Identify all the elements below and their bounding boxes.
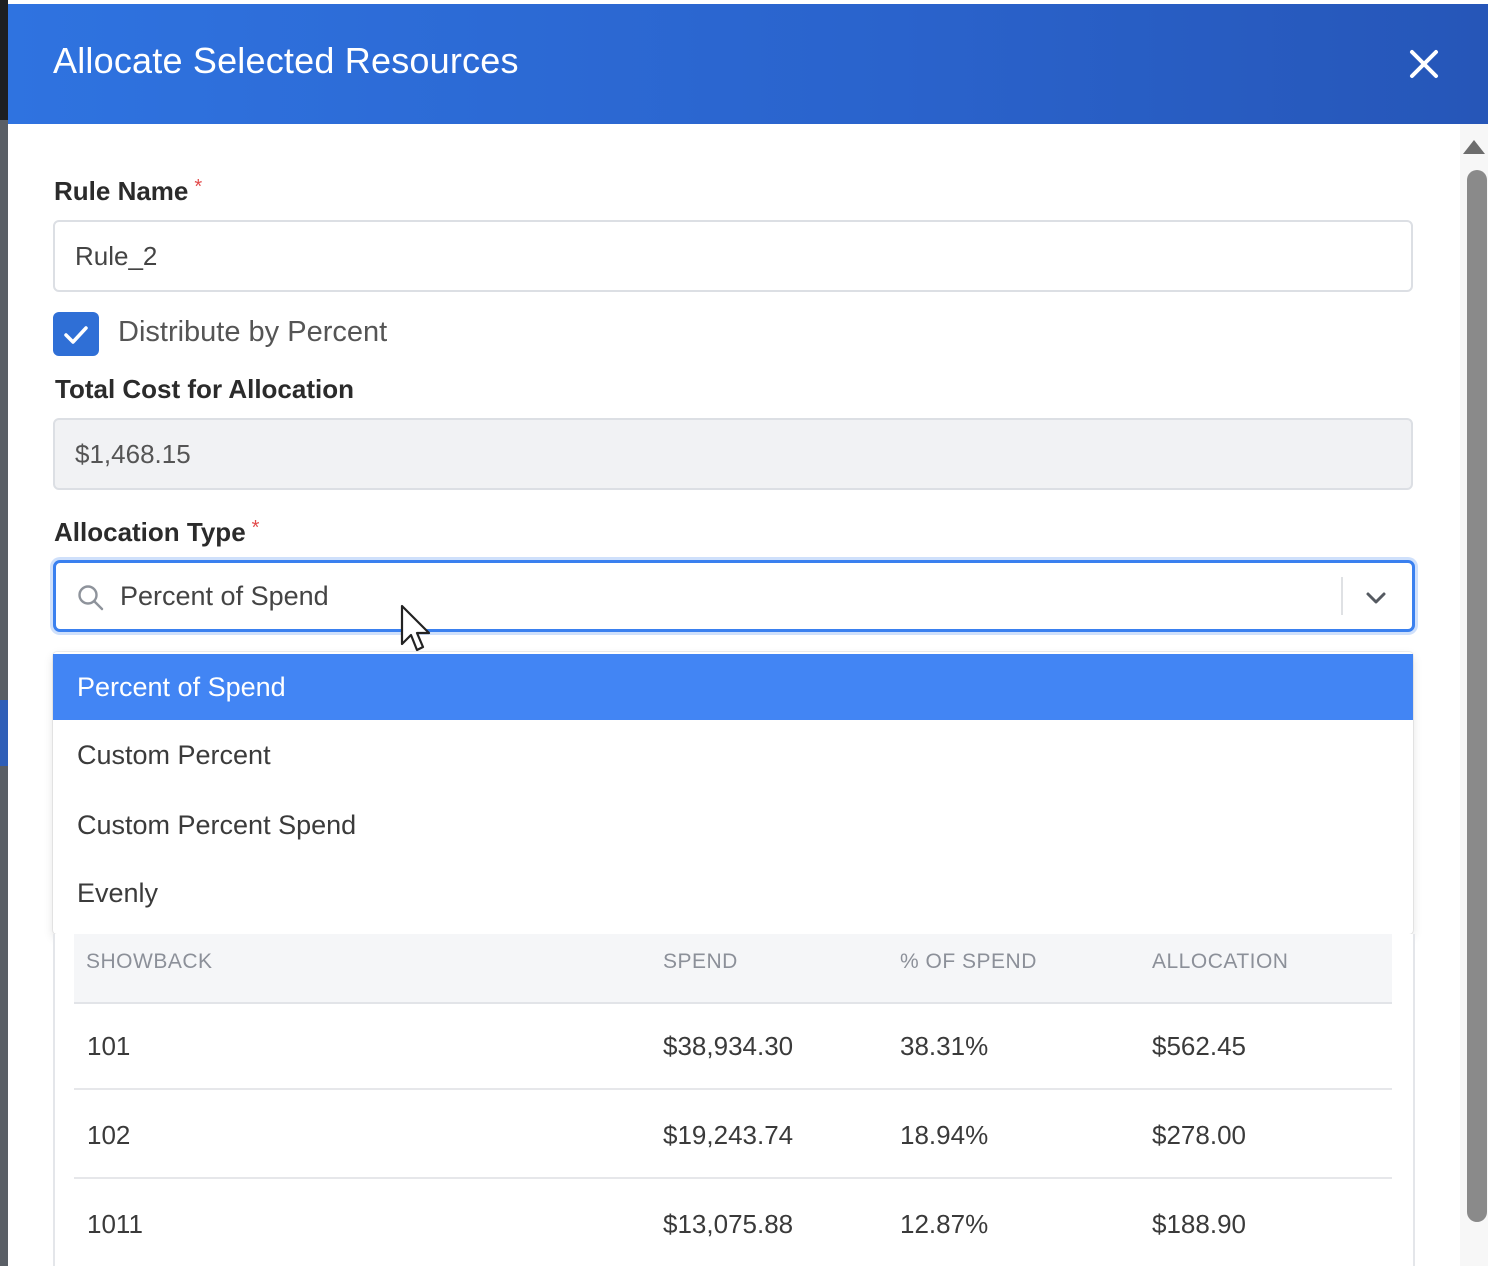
allocation-type-dropdown: Percent of Spend Custom Percent Custom P… <box>53 652 1413 934</box>
rule-name-input[interactable]: Rule_2 <box>53 220 1413 292</box>
checkmark-icon <box>64 326 88 344</box>
total-cost-field: $1,468.15 <box>53 418 1413 490</box>
modal-scrollbar-thumb[interactable] <box>1467 170 1487 1222</box>
row-divider <box>74 1088 1392 1090</box>
rule-name-label-text: Rule Name <box>54 176 189 206</box>
column-header-allocation[interactable]: ALLOCATION <box>1152 950 1288 974</box>
background-edge <box>0 0 8 1266</box>
close-button[interactable] <box>1404 44 1444 84</box>
row2-percent: 18.94% <box>900 1120 989 1150</box>
select-divider <box>1341 577 1343 615</box>
allocate-modal: Allocate Selected Resources Rule Name * R… <box>8 4 1488 1266</box>
scroll-up-arrow-icon[interactable] <box>1463 140 1485 154</box>
column-header-spend[interactable]: SPEND <box>663 950 738 974</box>
column-header-percent-of-spend[interactable]: % OF SPEND <box>900 950 1037 974</box>
option-evenly[interactable]: Evenly <box>53 860 1413 926</box>
column-header-showback[interactable]: SHOWBACK <box>86 950 213 974</box>
row2-showback: 102 <box>87 1120 131 1150</box>
rule-name-label: Rule Name * <box>54 176 202 207</box>
option-custom-percent-spend[interactable]: Custom Percent Spend <box>53 792 1413 858</box>
distribute-by-percent-label[interactable]: Distribute by Percent <box>118 316 387 349</box>
modal-title: Allocate Selected Resources <box>53 40 519 81</box>
required-marker: * <box>251 517 260 539</box>
background-edge-accent <box>0 700 8 766</box>
allocation-type-select[interactable]: Percent of Spend <box>53 560 1415 632</box>
row3-showback: 1011 <box>87 1209 143 1239</box>
option-custom-percent[interactable]: Custom Percent <box>53 722 1413 788</box>
total-cost-label: Total Cost for Allocation <box>55 374 354 404</box>
allocation-type-label: Allocation Type * <box>54 517 259 548</box>
row1-percent: 38.31% <box>900 1031 989 1061</box>
row1-showback: 101 <box>87 1031 131 1061</box>
row3-spend: $13,075.88 <box>663 1209 794 1239</box>
distribute-by-percent-checkbox[interactable] <box>53 312 99 356</box>
row2-allocation: $278.00 <box>1152 1120 1246 1150</box>
chevron-down-icon[interactable] <box>1361 583 1391 613</box>
allocation-type-label-text: Allocation Type <box>54 517 246 547</box>
background-edge-dark <box>0 0 8 120</box>
allocation-type-value[interactable]: Percent of Spend <box>120 581 329 612</box>
modal-header: Allocate Selected Resources <box>8 4 1488 124</box>
required-marker: * <box>194 176 203 198</box>
row1-spend: $38,934.30 <box>663 1031 794 1061</box>
row3-allocation: $188.90 <box>1152 1209 1246 1239</box>
mouse-cursor-icon <box>400 604 431 652</box>
row-divider <box>74 1177 1392 1179</box>
option-percent-of-spend[interactable]: Percent of Spend <box>53 654 1413 720</box>
row2-spend: $19,243.74 <box>663 1120 794 1150</box>
close-icon <box>1410 50 1438 78</box>
row1-allocation: $562.45 <box>1152 1031 1246 1061</box>
row3-percent: 12.87% <box>900 1209 989 1239</box>
search-icon <box>78 585 104 611</box>
